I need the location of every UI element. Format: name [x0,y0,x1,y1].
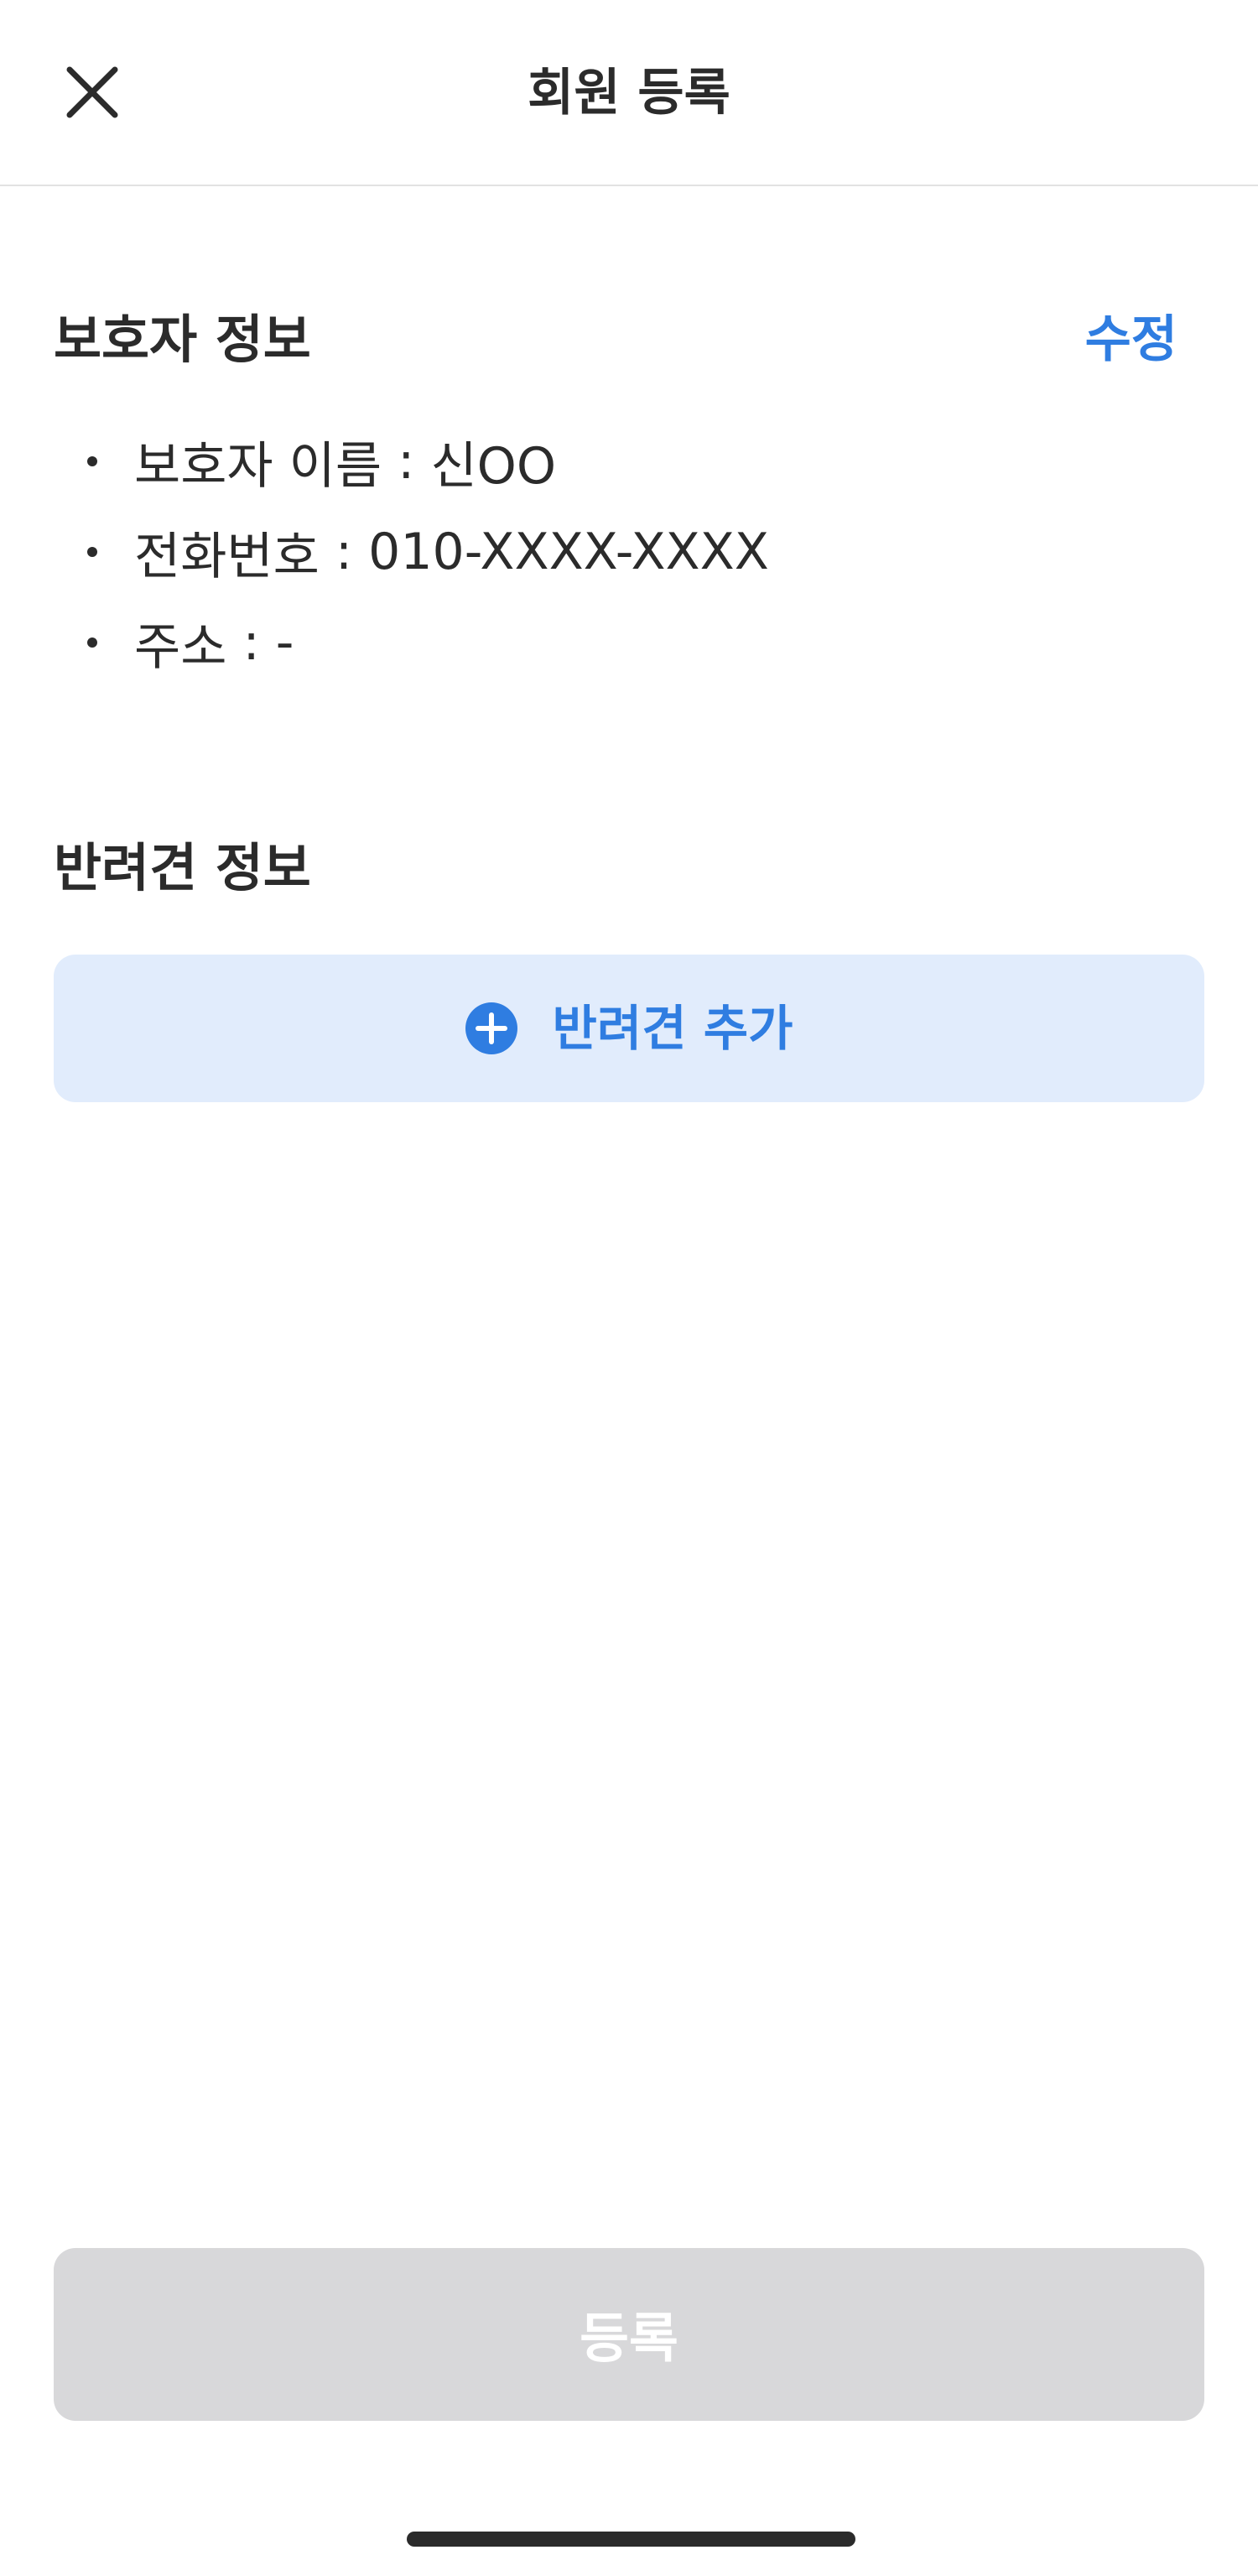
info-value: - [275,613,294,672]
member-registration-screen: 회원 등록 보호자 정보 수정 보호자 이름 : 신OO 전화번호 : 010-… [0,0,1258,2576]
info-label: 전화번호 [134,527,320,586]
info-separator: : [319,523,369,581]
plus-circle-icon [465,1002,517,1054]
info-value: 010-XXXX-XXXX [368,523,769,581]
guardian-info-list: 보호자 이름 : 신OO 전화번호 : 010-XXXX-XXXX 주소 : - [54,416,769,688]
guardian-phone-item: 전화번호 : 010-XXXX-XXXX [54,507,769,597]
bullet-icon [87,456,97,466]
add-pet-button[interactable]: 반려견 추가 [54,955,1204,1102]
guardian-address-item: 주소 : - [54,597,769,688]
register-button[interactable]: 등록 [54,2248,1204,2421]
edit-guardian-button[interactable]: 수정 [1085,302,1177,377]
guardian-name-item: 보호자 이름 : 신OO [54,416,769,507]
info-separator: : [226,613,276,672]
bullet-icon [87,637,97,648]
info-value: 신OO [430,436,557,496]
pet-section-title: 반려견 정보 [54,837,311,898]
header-bar: 회원 등록 [0,0,1258,186]
add-pet-label: 반려견 추가 [552,1000,793,1057]
bullet-icon [87,547,97,557]
home-indicator [407,2532,855,2547]
info-separator: : [382,432,431,491]
guardian-section-title: 보호자 정보 [54,309,311,370]
page-title: 회원 등록 [528,64,730,122]
info-label: 주소 [134,617,227,677]
info-label: 보호자 이름 [134,436,382,496]
